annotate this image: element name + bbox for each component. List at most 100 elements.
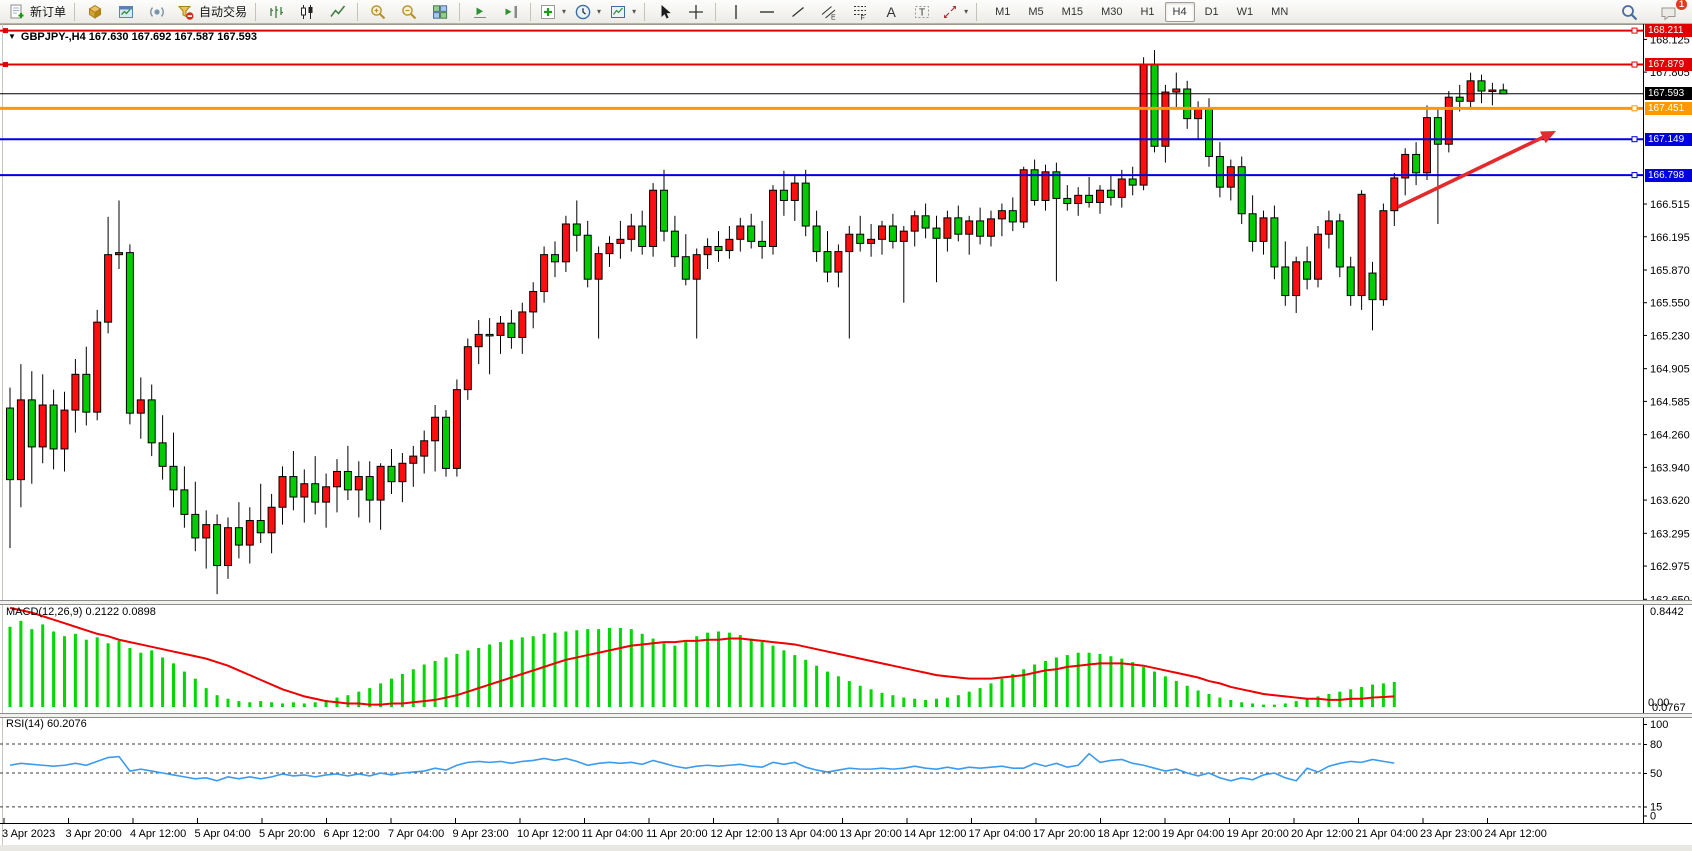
- timeframe-m5[interactable]: M5: [1020, 2, 1051, 22]
- trendline-button[interactable]: [782, 0, 813, 23]
- macd-bar: [870, 689, 873, 707]
- macd-bar: [488, 644, 491, 707]
- macd-bar: [259, 701, 262, 707]
- toolbar-separator: [255, 3, 256, 21]
- zoom-in-button[interactable]: [362, 0, 393, 23]
- macd-bar: [1077, 653, 1080, 707]
- macd-bar: [379, 683, 382, 707]
- channel-icon: E: [820, 3, 838, 21]
- cursor-button[interactable]: [649, 0, 680, 23]
- line-handle[interactable]: [3, 62, 8, 67]
- fibonacci-button[interactable]: F: [844, 0, 875, 23]
- price-tick-label: 165.230: [1650, 330, 1690, 342]
- panel-separator-rsi[interactable]: [0, 713, 1692, 718]
- macd-bar: [946, 698, 949, 707]
- timeframe-mn[interactable]: MN: [1263, 2, 1296, 22]
- line-chart-button[interactable]: [322, 0, 353, 23]
- line-handle[interactable]: [1632, 106, 1637, 111]
- macd-bar: [128, 648, 131, 707]
- arrows-button[interactable]: ▾: [937, 0, 972, 23]
- price-tick-label: 164.905: [1650, 364, 1690, 376]
- macd-bar: [1120, 659, 1123, 707]
- macd-bar: [891, 695, 894, 707]
- macd-bar: [161, 657, 164, 707]
- line-handle[interactable]: [1632, 28, 1637, 33]
- macd-bar: [1066, 655, 1069, 707]
- panel-separator-macd[interactable]: [0, 600, 1692, 605]
- time-tick-label: 4 Apr 12:00: [130, 828, 186, 840]
- chevron-down-icon[interactable]: ▾: [597, 7, 601, 16]
- svg-text:E: E: [831, 14, 836, 21]
- text-label-button[interactable]: T: [906, 0, 937, 23]
- macd-bar: [935, 699, 938, 707]
- price-tick-label: 163.295: [1650, 528, 1690, 540]
- candlestick-chart-button[interactable]: [291, 0, 322, 23]
- macd-bar: [1262, 705, 1265, 707]
- chart-canvas[interactable]: 168.125167.805166.515166.195165.870165.5…: [0, 0, 1692, 851]
- rsi-axis-label: 50: [1650, 768, 1662, 780]
- line-handle[interactable]: [1632, 173, 1637, 178]
- chevron-down-icon[interactable]: ▾: [964, 7, 968, 16]
- macd-bar: [96, 637, 99, 707]
- timeframe-w1[interactable]: W1: [1229, 2, 1262, 22]
- line-handle[interactable]: [1632, 62, 1637, 67]
- new-order-button[interactable]: 新订单: [4, 0, 70, 23]
- chevron-down-icon[interactable]: ▾: [562, 7, 566, 16]
- timeframe-m15[interactable]: M15: [1054, 2, 1091, 22]
- horizontal-line-button[interactable]: [751, 0, 782, 23]
- zoom-out-button[interactable]: [393, 0, 424, 23]
- timeframe-m30[interactable]: M30: [1093, 2, 1130, 22]
- macd-bar: [1295, 701, 1298, 707]
- macd-bar: [1360, 687, 1363, 707]
- timeframe-h4[interactable]: H4: [1165, 2, 1195, 22]
- line-handle[interactable]: [3, 28, 8, 33]
- macd-bar: [782, 650, 785, 707]
- tile-windows-button[interactable]: [424, 0, 455, 23]
- time-tick-label: 19 Apr 20:00: [1227, 828, 1289, 840]
- toolbar-separator: [715, 3, 716, 21]
- macd-bar: [1088, 653, 1091, 707]
- macd-bar: [761, 642, 764, 707]
- broadcast-button[interactable]: [141, 0, 172, 23]
- bar-chart-button[interactable]: [260, 0, 291, 23]
- line-handle[interactable]: [1632, 137, 1637, 142]
- periods-button[interactable]: ▾: [570, 0, 605, 23]
- macd-bar: [1393, 682, 1396, 707]
- toolbar-separator: [976, 3, 977, 21]
- auto-scroll-button[interactable]: [464, 0, 495, 23]
- crosshair-button[interactable]: [680, 0, 711, 23]
- clock-icon: [574, 3, 592, 21]
- templates-button[interactable]: ▾: [605, 0, 640, 23]
- text-button[interactable]: A: [875, 0, 906, 23]
- timeframe-d1[interactable]: D1: [1197, 2, 1227, 22]
- macd-bar: [63, 636, 66, 707]
- print-preview-button[interactable]: [110, 0, 141, 23]
- macd-bar: [848, 681, 851, 707]
- search-button[interactable]: [1614, 1, 1645, 24]
- macd-bar: [248, 702, 251, 707]
- timeframe-m1[interactable]: M1: [987, 2, 1018, 22]
- textA-icon: A: [882, 3, 900, 21]
- time-tick-label: 20 Apr 12:00: [1291, 828, 1353, 840]
- price-tick-label: 163.940: [1650, 462, 1690, 474]
- cube-icon: [86, 3, 104, 21]
- equidistant-channel-button[interactable]: E: [813, 0, 844, 23]
- macd-bar: [1284, 703, 1287, 707]
- price-tick-label: 164.260: [1650, 430, 1690, 442]
- macd-bar: [990, 683, 993, 707]
- macd-bar: [1382, 683, 1385, 707]
- timeframe-h1[interactable]: H1: [1132, 2, 1162, 22]
- toolbar-separator: [644, 3, 645, 21]
- macd-bar: [41, 624, 44, 707]
- indicator-icon: [539, 3, 557, 21]
- vertical-line-button[interactable]: [720, 0, 751, 23]
- macd-bar: [401, 674, 404, 707]
- notifications-button[interactable]: 1: [1653, 1, 1684, 24]
- chart-shift-button[interactable]: [495, 0, 526, 23]
- market-cube-button[interactable]: [79, 0, 110, 23]
- indicators-button[interactable]: ▾: [535, 0, 570, 23]
- macd-bar: [1044, 661, 1047, 707]
- time-tick-label: 23 Apr 23:00: [1420, 828, 1482, 840]
- auto-trading-button[interactable]: 自动交易: [172, 0, 251, 23]
- chevron-down-icon[interactable]: ▾: [632, 7, 636, 16]
